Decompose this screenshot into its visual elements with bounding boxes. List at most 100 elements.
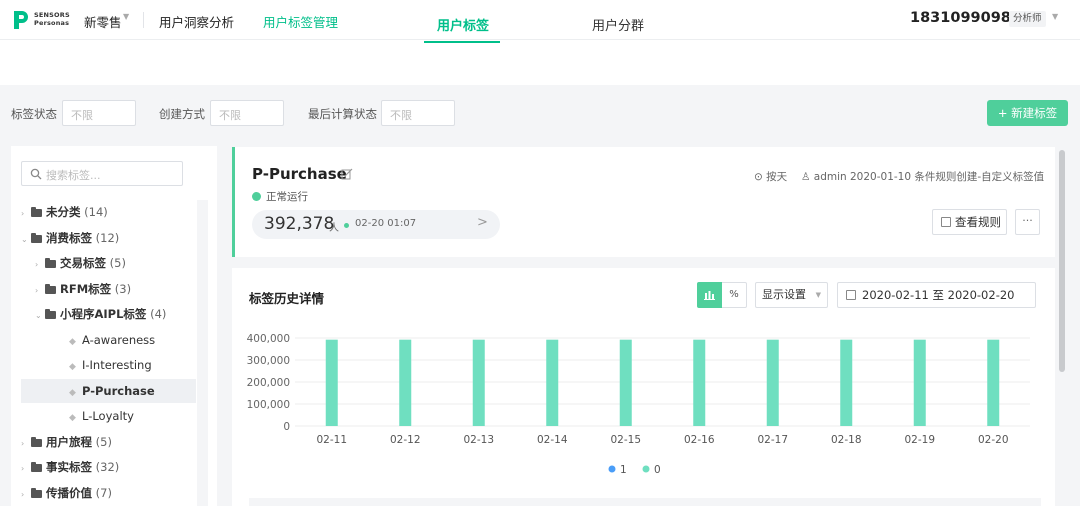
logo-line1: SENSORS bbox=[34, 11, 70, 19]
chevron-right-icon[interactable]: › bbox=[21, 457, 31, 481]
percent-toggle[interactable]: % bbox=[722, 282, 747, 308]
filter-tag-status[interactable]: 不限 bbox=[62, 100, 136, 126]
bar-series-0[interactable] bbox=[325, 339, 338, 426]
folder-icon bbox=[31, 487, 42, 498]
tree-tag-item[interactable]: ◆ I-Interesting bbox=[49, 353, 152, 377]
filter-label-calc-status: 最后计算状态 bbox=[308, 107, 377, 121]
tree-item-label: RFM标签 bbox=[60, 281, 112, 296]
user-count: 392,378 bbox=[264, 214, 335, 234]
display-settings-select[interactable]: 显示设置 ▼ bbox=[755, 282, 828, 308]
tree-folder[interactable]: › RFM标签 (3) bbox=[35, 277, 131, 301]
tree-item-count: (5) bbox=[92, 434, 112, 449]
bar-series-0[interactable] bbox=[472, 339, 485, 426]
x-tick-label: 02-18 bbox=[831, 434, 862, 446]
tree-item-count: (5) bbox=[106, 256, 126, 270]
y-tick-label: 100,000 bbox=[247, 399, 290, 411]
page-scrollbar-thumb[interactable] bbox=[1059, 150, 1065, 372]
bar-series-0[interactable] bbox=[546, 339, 559, 426]
calc-time: 02-20 01:07 bbox=[355, 218, 417, 229]
tag-meta: ♙ admin 2020-01-10 条件规则创建-自定义标签值 bbox=[801, 169, 1044, 184]
chevron-right-icon[interactable]: > bbox=[477, 215, 488, 230]
bar-chart-toggle[interactable] bbox=[697, 282, 722, 308]
chevron-right-icon[interactable]: › bbox=[35, 253, 45, 277]
bar-series-0[interactable] bbox=[766, 339, 779, 426]
tree-folder[interactable]: ⌄ 小程序AIPL标签 (4) bbox=[35, 302, 166, 326]
tag-icon: ◆ bbox=[69, 362, 76, 372]
legend-dot[interactable] bbox=[642, 465, 650, 473]
tree-item-label: 未分类 bbox=[46, 205, 81, 219]
chevron-right-icon[interactable]: › bbox=[21, 202, 31, 226]
search-input[interactable]: 搜索标签... bbox=[21, 161, 183, 186]
x-tick-label: 02-12 bbox=[390, 434, 421, 446]
chevron-down-icon[interactable]: ⌄ bbox=[35, 304, 45, 328]
tag-icon: ◆ bbox=[69, 336, 76, 347]
new-tag-button[interactable]: + 新建标签 bbox=[987, 100, 1068, 126]
folder-icon bbox=[45, 283, 56, 294]
tab-user-segments[interactable]: 用户分群 bbox=[592, 15, 644, 34]
tree-item-label: 用户旅程 bbox=[46, 434, 92, 449]
display-settings-label: 显示设置 bbox=[762, 288, 806, 301]
x-tick-label: 02-17 bbox=[757, 434, 788, 446]
chevron-right-icon[interactable]: › bbox=[35, 279, 45, 303]
tree-folder[interactable]: › 用户旅程 (5) bbox=[21, 430, 112, 454]
chevron-down-icon: ▼ bbox=[815, 291, 821, 299]
tree-folder[interactable]: › 传播价值 (7) bbox=[21, 481, 112, 505]
tab-user-tags[interactable]: 用户标签 bbox=[437, 15, 489, 34]
x-tick-label: 02-11 bbox=[316, 434, 347, 446]
tree-folder[interactable]: › 事实标签 (32) bbox=[21, 455, 119, 479]
sensors-logo-icon bbox=[14, 11, 28, 29]
tree-folder[interactable]: ⌄ 消费标签 (12) bbox=[21, 226, 119, 250]
history-table-header bbox=[249, 498, 1041, 506]
chevron-down-icon[interactable]: ▼ bbox=[123, 12, 129, 21]
y-tick-label: 200,000 bbox=[247, 377, 290, 389]
tree-folder[interactable]: › 交易标签 (5) bbox=[35, 251, 126, 275]
chevron-down-icon[interactable]: ▼ bbox=[1052, 12, 1058, 21]
bar-series-0[interactable] bbox=[913, 339, 926, 426]
project-selector[interactable]: 新零售 bbox=[84, 12, 122, 31]
tree-item-label: 小程序AIPL标签 bbox=[60, 307, 147, 321]
y-tick-label: 0 bbox=[283, 421, 290, 433]
x-tick-label: 02-20 bbox=[978, 434, 1009, 446]
y-tick-label: 400,000 bbox=[247, 333, 290, 345]
sidebar-scrollbar[interactable] bbox=[197, 200, 208, 506]
nav-tag-management[interactable]: 用户标签管理 bbox=[263, 12, 338, 31]
tree-item-label: L-Loyalty bbox=[82, 409, 134, 423]
filter-label-tag-status: 标签状态 bbox=[11, 107, 57, 121]
legend-label[interactable]: 0 bbox=[654, 464, 661, 476]
bar-series-0[interactable] bbox=[399, 339, 412, 426]
tree-item-count: (7) bbox=[92, 485, 112, 500]
document-icon bbox=[941, 217, 951, 227]
tree-tag-item[interactable]: ◆ A-awareness bbox=[49, 328, 155, 352]
bar-series-0[interactable] bbox=[987, 339, 1000, 426]
bar-series-0[interactable] bbox=[619, 339, 632, 426]
tree-item-count: (3) bbox=[111, 281, 132, 296]
filter-create-method[interactable]: 不限 bbox=[210, 100, 284, 126]
filter-calc-status[interactable]: 不限 bbox=[381, 100, 455, 126]
calc-status-dot bbox=[344, 223, 349, 228]
tree-tag-item[interactable]: ◆ L-Loyalty bbox=[49, 404, 134, 428]
chevron-down-icon[interactable]: ⌄ bbox=[21, 228, 31, 252]
bar-series-0[interactable] bbox=[840, 339, 853, 426]
logo-text: SENSORS Personas bbox=[34, 11, 70, 27]
legend-label[interactable]: 1 bbox=[620, 464, 627, 476]
legend-dot[interactable] bbox=[608, 465, 616, 473]
tag-title: P-Purchase bbox=[252, 165, 347, 183]
tag-status: 正常运行 bbox=[252, 189, 308, 204]
more-button[interactable]: ··· bbox=[1015, 209, 1040, 235]
tree-tag-item[interactable]: ◆ P-Purchase bbox=[21, 378, 196, 403]
edit-icon[interactable] bbox=[341, 168, 353, 180]
tree-folder[interactable]: › 未分类 (14) bbox=[21, 200, 108, 224]
y-tick-label: 300,000 bbox=[247, 355, 290, 367]
status-text: 正常运行 bbox=[266, 191, 308, 203]
date-range-picker[interactable]: 2020-02-11 至 2020-02-20 bbox=[837, 282, 1036, 308]
view-rule-button[interactable]: 查看规则 bbox=[932, 209, 1007, 235]
folder-icon bbox=[31, 462, 42, 472]
divider bbox=[143, 12, 144, 28]
bar-series-0[interactable] bbox=[693, 339, 706, 426]
tree-item-count: (32) bbox=[92, 460, 120, 474]
chevron-right-icon[interactable]: › bbox=[21, 432, 31, 456]
user-account[interactable]: 18310990988 bbox=[910, 10, 1021, 26]
folder-icon bbox=[31, 232, 42, 243]
chevron-right-icon[interactable]: › bbox=[21, 483, 31, 507]
nav-user-insight[interactable]: 用户洞察分析 bbox=[159, 12, 234, 31]
